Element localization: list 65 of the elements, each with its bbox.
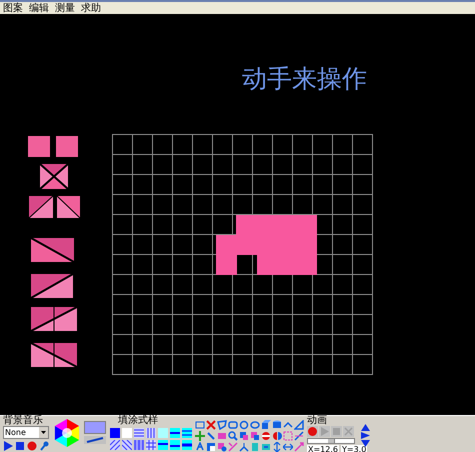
cube-icon[interactable] (261, 420, 271, 430)
play-icon[interactable] (3, 441, 13, 451)
angle-icon[interactable] (283, 420, 293, 430)
framed-block-icon[interactable] (261, 442, 271, 452)
pattern-swatch[interactable] (158, 440, 168, 450)
notched-square-icon[interactable] (206, 442, 216, 452)
horizontal-arrows-icon[interactable] (283, 442, 293, 452)
pattern-swatch[interactable] (182, 428, 192, 438)
rounded-rectangle-icon[interactable] (228, 420, 238, 430)
filled-rectangle-icon[interactable] (217, 431, 227, 441)
rectangle-icon[interactable] (195, 420, 205, 430)
coordinate-readout: X=12.6 (307, 445, 339, 452)
stop-icon[interactable] (15, 441, 25, 451)
pattern-swatch[interactable] (134, 428, 144, 438)
diagonal-arrow-icon[interactable] (294, 442, 304, 452)
circle-icon[interactable] (239, 420, 249, 430)
cross-icon[interactable] (206, 420, 216, 430)
section-label: 动画 (307, 416, 328, 426)
triangle-icon[interactable] (294, 420, 304, 430)
line-style-icon[interactable] (84, 436, 106, 444)
crossing-lines-icon[interactable] (294, 431, 304, 441)
down-arrow-icon[interactable] (361, 440, 370, 447)
pattern-swatch[interactable] (134, 440, 144, 450)
menu-item[interactable]: 测量 (55, 2, 75, 14)
pattern-swatch[interactable] (182, 440, 192, 450)
wrench-icon[interactable] (39, 441, 49, 451)
vertical-arrows-icon[interactable] (272, 442, 282, 452)
music-dropdown[interactable]: None (3, 426, 49, 439)
slider-thumb[interactable] (327, 439, 335, 443)
record-icon[interactable] (307, 426, 318, 437)
caret-icon (41, 431, 46, 434)
split-circle-icon[interactable] (261, 431, 271, 441)
ellipse-icon[interactable] (250, 420, 260, 430)
half-circles-icon[interactable] (272, 431, 282, 441)
letter-a-icon[interactable] (195, 442, 205, 452)
pattern-swatch[interactable] (170, 428, 180, 438)
diagonal-line-icon[interactable] (206, 431, 216, 441)
cylinder-icon[interactable] (272, 420, 282, 430)
up-arrow-icon[interactable] (361, 424, 370, 431)
record-icon[interactable] (27, 441, 37, 451)
section-label: 填涂式样 (118, 416, 159, 426)
menu-item[interactable]: 图案 (3, 2, 23, 14)
dashed-square-icon[interactable] (283, 431, 293, 441)
heading: 动手来操作 (242, 63, 367, 95)
pattern-swatch[interactable] (110, 440, 120, 450)
color-wheel-icon[interactable] (53, 419, 81, 447)
menu-item[interactable]: 编辑 (29, 2, 49, 14)
pattern-swatch[interactable] (170, 440, 180, 450)
split-square-pair-icon[interactable] (28, 195, 82, 218)
pattern-swatch[interactable] (146, 428, 156, 438)
section-label: 背景音乐 (3, 416, 44, 426)
shapes-icon[interactable] (217, 442, 227, 452)
right-arrow-icon[interactable] (361, 432, 370, 439)
color-swatch[interactable] (84, 421, 106, 434)
branch-icon[interactable] (239, 442, 249, 452)
polygon-icon[interactable] (217, 420, 227, 430)
slash-icon[interactable] (228, 442, 238, 452)
menu-item[interactable]: 求助 (81, 2, 101, 14)
pattern-swatch[interactable] (122, 440, 132, 450)
pattern-swatch[interactable] (146, 440, 156, 450)
pattern-swatch[interactable] (122, 428, 132, 438)
pattern-swatch[interactable] (158, 428, 168, 438)
coordinate-readout: Y=3.0 (341, 445, 368, 452)
magnifier-icon[interactable] (228, 431, 238, 441)
pattern-swatch[interactable] (110, 428, 120, 438)
